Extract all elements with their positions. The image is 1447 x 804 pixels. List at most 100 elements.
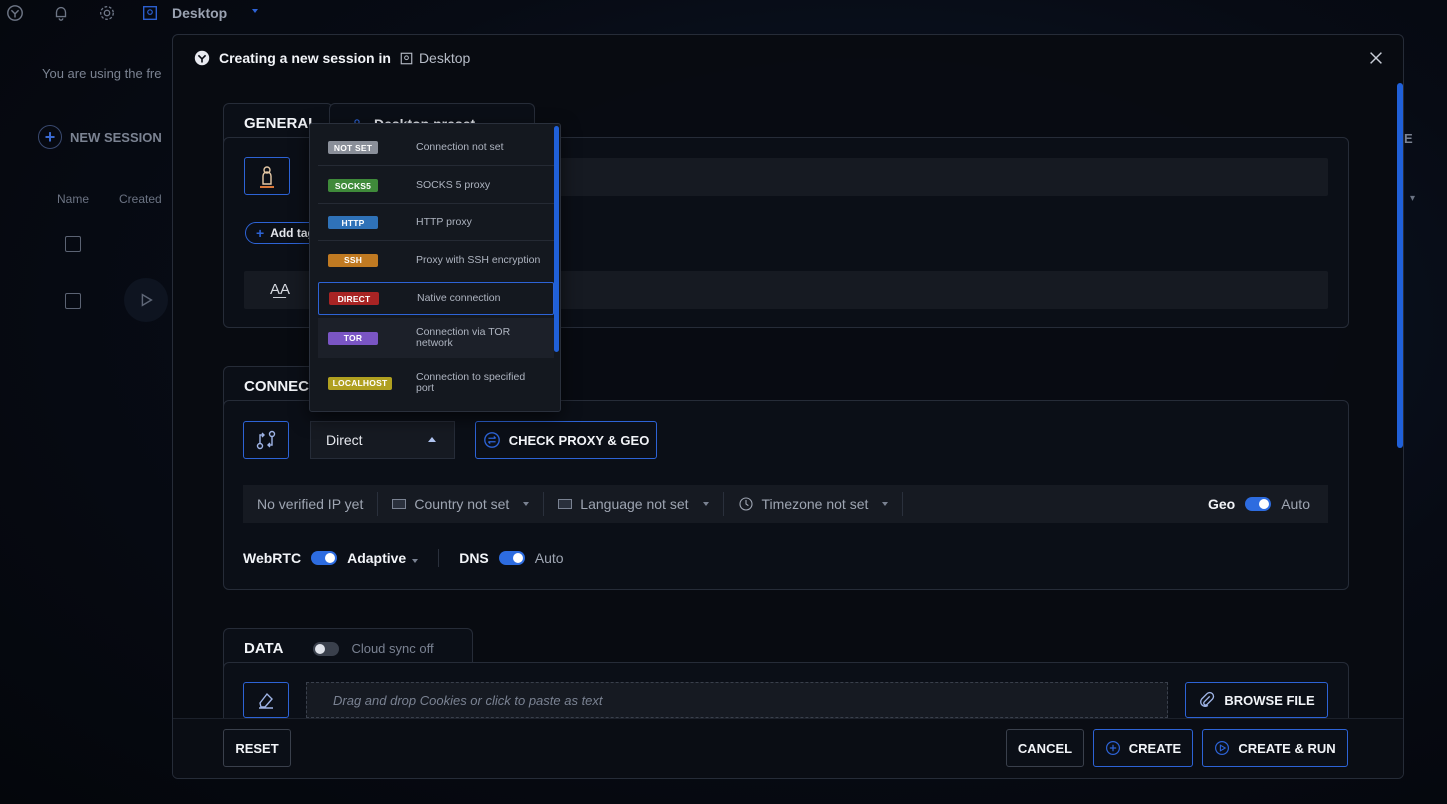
proxy-description: Connection not set — [416, 141, 504, 153]
create-run-label: CREATE & RUN — [1238, 740, 1336, 756]
timezone-select[interactable]: Timezone not set — [724, 492, 904, 516]
close-icon[interactable] — [1367, 49, 1385, 67]
dns-toggle[interactable] — [498, 551, 525, 565]
clear-cookies-button[interactable] — [243, 682, 289, 718]
dropdown-item-tor[interactable]: TOR Connection via TOR network — [318, 318, 554, 358]
webrtc-label: WebRTC — [243, 550, 302, 566]
proxy-badge: NOT SET — [328, 141, 378, 154]
git-compare-icon — [256, 430, 276, 450]
workspace-chevron-icon[interactable] — [252, 9, 258, 13]
column-created[interactable]: Created — [119, 192, 162, 206]
dropdown-item-socks5[interactable]: SOCKS5 SOCKS 5 proxy — [318, 168, 554, 204]
ip-cell: No verified IP yet — [243, 492, 379, 516]
proxy-description: Proxy with SSH encryption — [416, 253, 541, 266]
flag-icon — [392, 499, 407, 509]
modal-header: Creating a new session in Desktop — [193, 49, 470, 67]
proxy-badge: SOCKS5 — [328, 179, 378, 192]
connection-type-icon-button[interactable] — [243, 421, 289, 459]
divider — [438, 549, 440, 567]
create-button[interactable]: CREATE — [1093, 729, 1193, 767]
chevron-down-icon — [702, 502, 709, 506]
reset-button[interactable]: RESET — [223, 729, 291, 767]
country-value: Country not set — [414, 496, 510, 512]
plan-notice: You are using the fre — [42, 66, 162, 81]
app-logo-icon[interactable] — [6, 4, 24, 22]
plus-circle-icon — [1105, 741, 1120, 755]
dns-label: DNS — [459, 550, 489, 566]
dropdown-item-direct[interactable]: DIRECT Native connection — [318, 282, 554, 315]
webrtc-mode-select[interactable]: Adaptive — [347, 550, 419, 566]
browse-file-button[interactable]: BROWSE FILE — [1185, 682, 1328, 718]
proxy-badge: HTTP — [328, 216, 378, 229]
cookies-dropzone[interactable]: Drag and drop Cookies or click to paste … — [306, 682, 1168, 718]
proxy-description: Connection to specified port — [416, 371, 526, 394]
proxy-badge: DIRECT — [329, 292, 379, 305]
geo-label: Geo — [1207, 496, 1236, 512]
geo-auto-group: Geo Auto — [1208, 496, 1328, 512]
geo-info-bar: No verified IP yet Country not set Langu… — [243, 485, 1328, 523]
cloud-sync-label: Cloud sync off — [351, 641, 434, 656]
workspace-icon — [400, 52, 413, 64]
play-button[interactable] — [124, 278, 168, 322]
dropzone-placeholder: Drag and drop Cookies or click to paste … — [333, 692, 603, 708]
chevron-up-icon — [428, 437, 436, 442]
proxy-type-dropdown: NOT SET Connection not set SOCKS5 SOCKS … — [309, 123, 561, 412]
proxy-type-select[interactable]: Direct — [310, 421, 455, 459]
webrtc-mode-value: Adaptive — [347, 550, 407, 566]
plus-icon: + — [256, 225, 265, 241]
proxy-description: HTTP proxy — [416, 216, 472, 228]
geo-value: Auto — [1281, 496, 1310, 512]
check-proxy-button[interactable]: CHECK PROXY & GEO — [475, 421, 657, 459]
modal-scrollbar[interactable] — [1397, 83, 1403, 448]
dropdown-item-http[interactable]: HTTP HTTP proxy — [318, 205, 554, 241]
new-session-label: NEW SESSION — [70, 129, 162, 145]
dropdown-scrollbar[interactable] — [554, 126, 559, 352]
modal-footer: RESET CANCEL CREATE CREATE & RUN — [173, 718, 1403, 778]
dropdown-item-ssh[interactable]: SSH Proxy with SSH encryption — [318, 242, 554, 278]
create-label: CREATE — [1128, 740, 1182, 756]
proxy-description: SOCKS 5 proxy — [416, 179, 491, 191]
reset-label: RESET — [235, 740, 279, 756]
cancel-button[interactable]: CANCEL — [1006, 729, 1084, 767]
proxy-type-value: Direct — [326, 432, 363, 448]
play-icon — [141, 293, 153, 307]
workspace-title[interactable]: Desktop — [172, 5, 227, 21]
flag-icon — [558, 499, 573, 509]
plus-icon: + — [38, 125, 62, 149]
profile-avatar-button[interactable] — [244, 157, 290, 195]
row-checkbox[interactable] — [65, 293, 81, 309]
chevron-down-icon — [412, 559, 419, 563]
cancel-label: CANCEL — [1017, 740, 1073, 756]
person-icon — [260, 166, 274, 188]
create-run-button[interactable]: CREATE & RUN — [1202, 729, 1348, 767]
browse-file-label: BROWSE FILE — [1224, 692, 1315, 708]
top-bar: Desktop — [0, 0, 1447, 26]
proxy-badge: LOCALHOST — [328, 376, 392, 390]
proxy-badge: SSH — [328, 253, 378, 267]
row-checkbox[interactable] — [65, 236, 81, 252]
background-header-fragment: E — [1404, 131, 1413, 146]
webrtc-toggle[interactable] — [311, 551, 338, 565]
dns-value: Auto — [534, 550, 564, 566]
bell-icon[interactable] — [52, 4, 70, 22]
new-session-button[interactable]: + NEW SESSION — [38, 125, 162, 149]
general-title: GENERAL — [244, 115, 318, 132]
workspace-icon — [143, 6, 157, 20]
column-name[interactable]: Name — [57, 192, 89, 206]
chevron-down-icon — [882, 502, 889, 506]
chevron-down-icon — [523, 502, 530, 506]
modal-title: Creating a new session in — [219, 50, 391, 66]
modal-workspace-name: Desktop — [418, 50, 471, 66]
cloud-sync-toggle[interactable] — [313, 641, 340, 656]
paperclip-icon — [1200, 691, 1215, 707]
country-select[interactable]: Country not set — [378, 492, 545, 516]
language-select[interactable]: Language not set — [544, 492, 724, 516]
check-proxy-label: CHECK PROXY & GEO — [508, 432, 650, 448]
geo-toggle[interactable] — [1245, 497, 1272, 511]
dropdown-item-localhost[interactable]: LOCALHOST Connection to specified port — [318, 362, 554, 404]
ip-status: No verified IP yet — [257, 496, 364, 512]
chevron-down-icon[interactable]: ▾ — [1410, 193, 1415, 204]
gear-icon[interactable] — [98, 4, 116, 22]
dropdown-item-not-set[interactable]: NOT SET Connection not set — [318, 130, 554, 166]
clock-icon — [738, 497, 753, 511]
